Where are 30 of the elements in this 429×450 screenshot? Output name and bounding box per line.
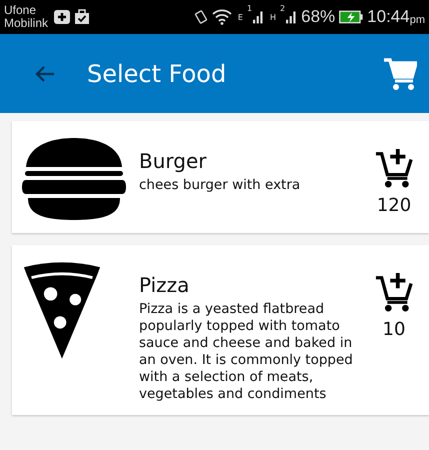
network-type: E <box>238 12 243 22</box>
food-description: chees burger with extra <box>139 177 302 194</box>
clock-ampm: pm <box>410 14 425 26</box>
burger-icon <box>22 137 126 221</box>
signal-icon <box>286 10 298 24</box>
add-to-cart-icon[interactable] <box>375 271 413 313</box>
food-name: Pizza <box>139 273 190 297</box>
sim-number: 1 <box>246 4 252 13</box>
carrier-name: Ufone <box>4 4 38 17</box>
food-card[interactable]: Pizza Pizza is a yeasted flatbread popularly topped with tomato sauce and cheese and baked in an oven. It is commonly topped with a selection of meats, vegetables and condiments 10 <box>12 245 429 415</box>
wifi-icon <box>212 9 232 25</box>
food-description: Pizza is a yeasted flatbread popularly topped with tomato sauce and cheese and baked in an oven. It is commonly topped with a selection of meats, vegetables and condiments <box>139 301 354 403</box>
sim-number: 2 <box>280 4 286 13</box>
pizza-slice-icon <box>22 261 102 361</box>
screen-title: Select Food <box>87 60 226 88</box>
signal-icon <box>253 10 264 24</box>
add-to-cart-icon[interactable] <box>375 147 413 189</box>
network-type: H <box>270 12 276 22</box>
battery-percent: 68% <box>301 7 336 27</box>
vibrate-icon <box>194 9 208 25</box>
battery-charging-icon <box>339 10 364 24</box>
plus-notification-icon <box>54 9 70 25</box>
carrier-name: Mobilink <box>4 17 48 30</box>
food-name: Burger <box>139 149 208 173</box>
briefcase-check-icon <box>74 9 90 25</box>
food-card[interactable]: Burger chees burger with extra 120 <box>12 121 429 233</box>
cart-icon[interactable] <box>383 56 417 90</box>
food-price: 120 <box>376 195 412 216</box>
food-price: 10 <box>382 319 406 340</box>
clock-time: 10:44 <box>367 7 410 27</box>
